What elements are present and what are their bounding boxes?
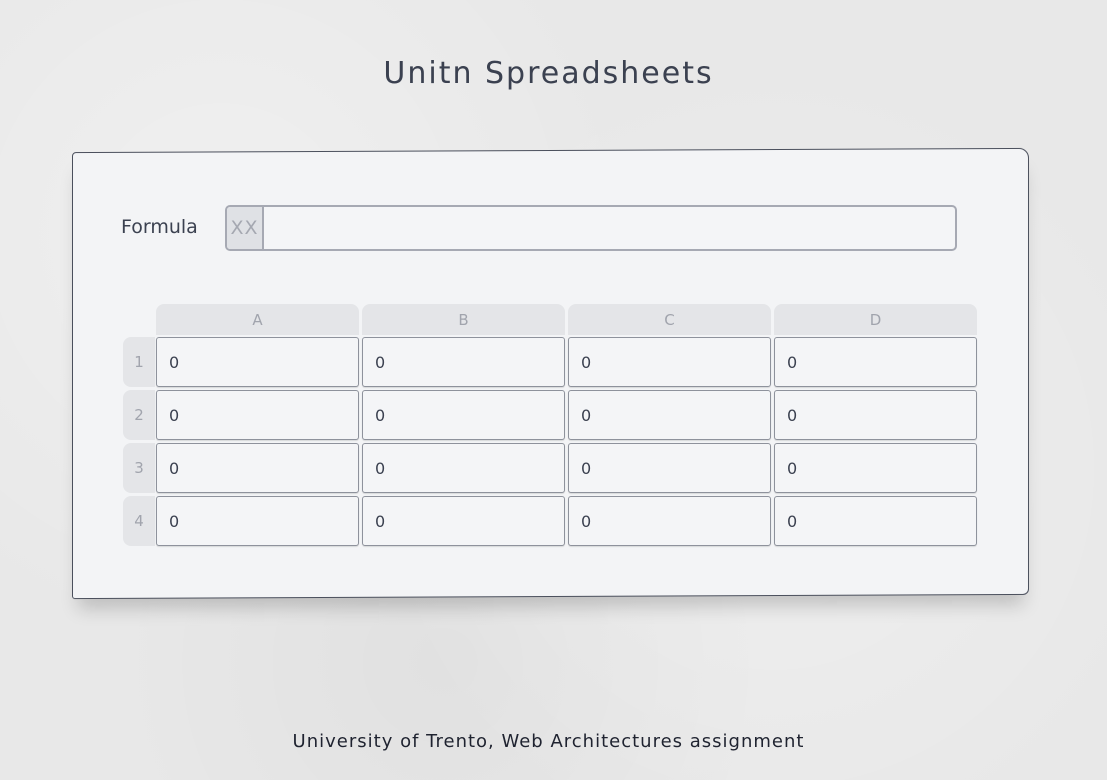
cell-b2[interactable]: 0: [362, 390, 565, 440]
cell-d1[interactable]: 0: [774, 337, 977, 387]
row-header-2[interactable]: 2: [123, 390, 155, 440]
column-header-b[interactable]: B: [362, 304, 565, 335]
column-header-a[interactable]: A: [156, 304, 359, 335]
formula-bar: XX: [225, 205, 957, 251]
cell-a2[interactable]: 0: [156, 390, 359, 440]
cell-c1[interactable]: 0: [568, 337, 771, 387]
cell-d4[interactable]: 0: [774, 496, 977, 546]
row-header-3[interactable]: 3: [123, 443, 155, 493]
page-title: Unitn Spreadsheets: [383, 56, 714, 91]
cell-c2[interactable]: 0: [568, 390, 771, 440]
formula-label: Formula: [121, 216, 198, 238]
cell-a3[interactable]: 0: [156, 443, 359, 493]
formula-cell-reference: XX: [227, 207, 264, 249]
row-header-1[interactable]: 1: [123, 337, 155, 387]
cell-d3[interactable]: 0: [774, 443, 977, 493]
footer-credit: University of Trento, Web Architectures …: [292, 731, 805, 752]
cell-c3[interactable]: 0: [568, 443, 771, 493]
cell-b3[interactable]: 0: [362, 443, 565, 493]
cell-a1[interactable]: 0: [156, 337, 359, 387]
column-header-d[interactable]: D: [774, 304, 977, 335]
column-header-c[interactable]: C: [568, 304, 771, 335]
cell-b1[interactable]: 0: [362, 337, 565, 387]
row-header-4[interactable]: 4: [123, 496, 155, 546]
cell-b4[interactable]: 0: [362, 496, 565, 546]
cell-a4[interactable]: 0: [156, 496, 359, 546]
cell-c4[interactable]: 0: [568, 496, 771, 546]
cell-d2[interactable]: 0: [774, 390, 977, 440]
formula-input[interactable]: [264, 207, 955, 249]
